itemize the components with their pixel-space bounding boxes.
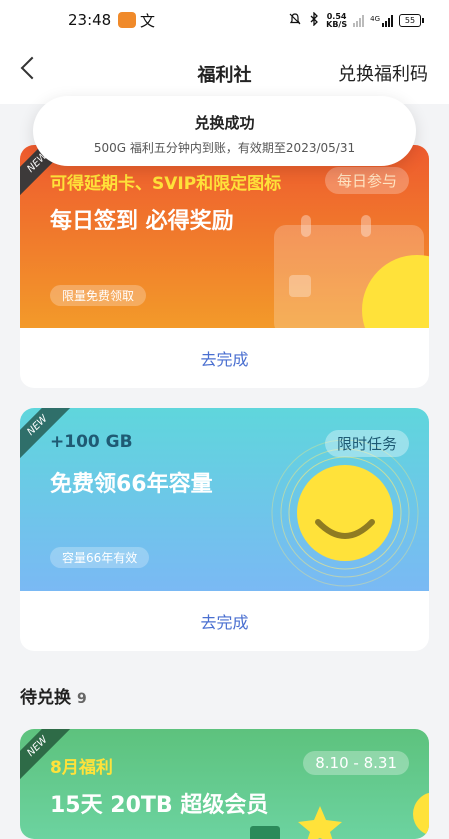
card-subtitle: +100 GB — [50, 432, 133, 452]
status-bar: 23:48 文 0.54 KB/S 4G 55 — [0, 0, 449, 44]
card-tag: 限时任务 — [324, 430, 409, 457]
card-pill: 限量免费领取 — [50, 285, 147, 306]
card-title: 免费领66年容量 — [50, 472, 213, 497]
calendar-illustration-icon — [274, 215, 429, 328]
daily-checkin-card[interactable]: NEW 可得延期卡、SVIP和限定图标 每日参与 每日签到 必得奖励 限量免费领… — [20, 145, 429, 388]
go-complete-button[interactable]: 去完成 — [20, 591, 429, 651]
card-pill: 容量66年有效 — [50, 547, 150, 568]
free-storage-banner[interactable]: NEW +100 GB 限时任务 免费领66年容量 容量66年有效 — [20, 408, 429, 591]
monthly-benefit-banner[interactable]: NEW 8月福利 8.10 - 8.31 15天 20TB 超级会员 — [20, 729, 429, 839]
pending-section-title: 待兑换 9 — [20, 688, 87, 708]
daily-checkin-banner[interactable]: NEW 可得延期卡、SVIP和限定图标 每日参与 每日签到 必得奖励 限量免费领… — [20, 145, 429, 328]
toast-title: 兑换成功 — [194, 114, 255, 132]
wifi-signal-icon — [353, 14, 365, 27]
go-complete-button[interactable]: 去完成 — [20, 328, 429, 388]
status-time: 23:48 — [68, 11, 112, 29]
bluetooth-icon — [308, 11, 320, 29]
status-icons: 0.54 KB/S 4G 55 — [288, 11, 424, 29]
card-tag: 8.10 - 8.31 — [303, 751, 409, 775]
card-title: 每日签到 必得奖励 — [50, 209, 234, 234]
success-toast: 兑换成功 500G 福利五分钟内到账，有效期至2023/05/31 — [33, 96, 416, 166]
card-subtitle: 可得延期卡、SVIP和限定图标 — [50, 174, 282, 194]
pending-count: 9 — [77, 691, 87, 707]
app-notification-icon-2: 文 — [140, 12, 156, 30]
cellular-signal-icon: 4G — [370, 14, 393, 27]
navigation-bar: 福利社 兑换福利码 — [0, 44, 449, 104]
monthly-benefit-card[interactable]: NEW 8月福利 8.10 - 8.31 15天 20TB 超级会员 — [20, 729, 429, 839]
smiley-coin-icon — [271, 439, 419, 587]
app-notification-icon — [118, 12, 136, 28]
toast-message: 500G 福利五分钟内到账，有效期至2023/05/31 — [93, 141, 356, 155]
card-tag: 每日参与 — [324, 167, 409, 194]
card-title: 15天 20TB 超级会员 — [50, 793, 269, 818]
battery-icon: 55 — [399, 14, 424, 27]
card-subtitle: 8月福利 — [50, 758, 113, 778]
network-speed: 0.54 KB/S — [326, 11, 348, 29]
mute-bell-icon — [288, 12, 302, 29]
redeem-code-button[interactable]: 兑换福利码 — [338, 60, 428, 86]
free-storage-card[interactable]: NEW +100 GB 限时任务 免费领66年容量 容量66年有效 去完成 — [20, 408, 429, 651]
